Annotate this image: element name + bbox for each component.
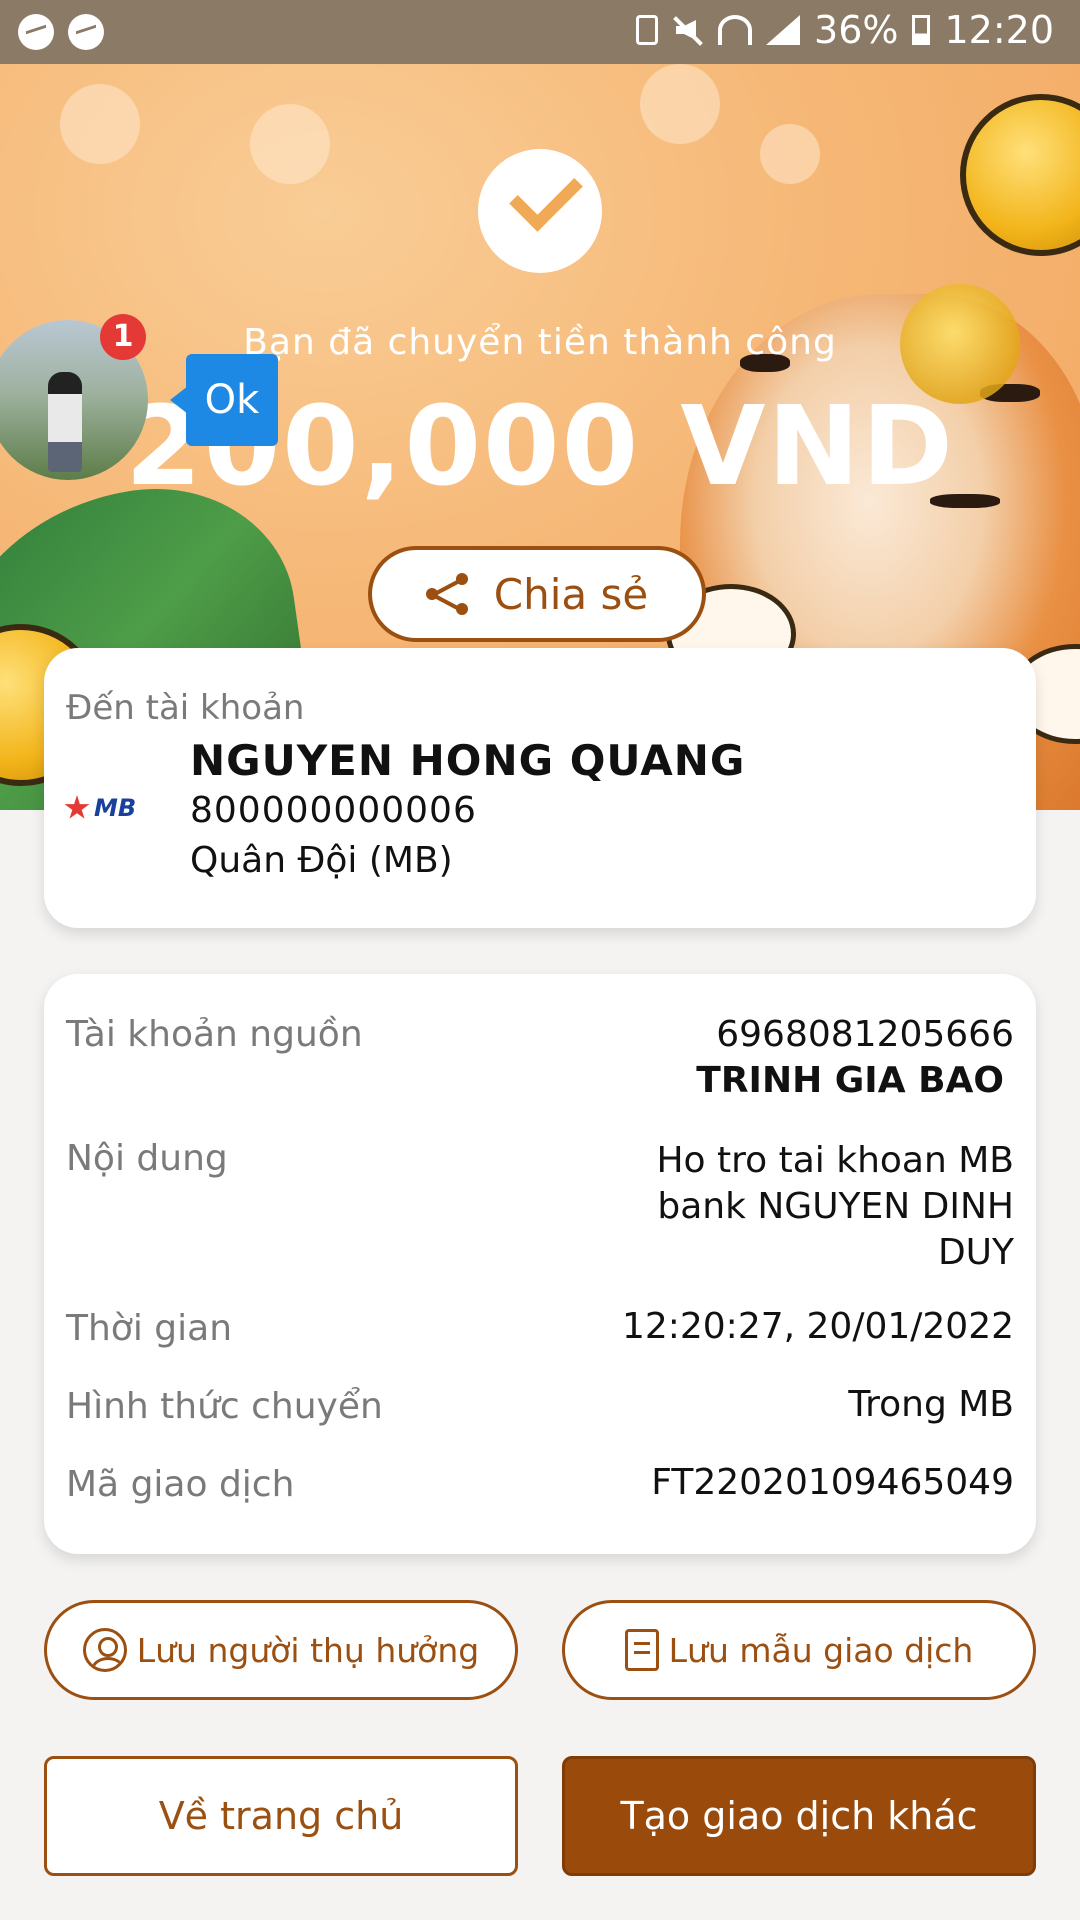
- avatar-person: [48, 372, 82, 472]
- star-icon: [64, 795, 90, 819]
- recipient-name: NGUYEN HONG QUANG: [190, 736, 746, 785]
- destination-label: Đến tài khoản: [66, 688, 305, 728]
- method-label: Hình thức chuyển: [66, 1386, 383, 1427]
- destination-card: Đến tài khoản MB NGUYEN HONG QUANG 80000…: [44, 648, 1036, 928]
- method-value: Trong MB: [848, 1384, 1014, 1425]
- share-button[interactable]: Chia sẻ: [368, 546, 706, 642]
- transaction-code-value: FT22020109465049: [651, 1462, 1014, 1503]
- clock: 12:20: [944, 8, 1054, 52]
- transfer-amount: 200,000 VND: [125, 382, 955, 510]
- share-label: Chia sẻ: [493, 569, 649, 619]
- recipient-bank: Quân Đội (MB): [190, 840, 453, 881]
- signal-icon: [766, 15, 801, 45]
- wifi-icon: [718, 15, 753, 45]
- sim-icon: [636, 15, 659, 45]
- source-account-number: 6968081205666: [716, 1014, 1014, 1055]
- content-line: DUY: [937, 1232, 1014, 1273]
- time-value: 12:20:27, 20/01/2022: [621, 1306, 1014, 1347]
- chat-head-badge: 1: [100, 314, 146, 360]
- transaction-code-label: Mã giao dịch: [66, 1464, 295, 1505]
- status-icons: 36% 12:20: [636, 8, 1054, 52]
- flower-decoration: [60, 84, 140, 164]
- save-template-button[interactable]: Lưu mẫu giao dịch: [562, 1600, 1036, 1700]
- save-beneficiary-button[interactable]: Lưu người thụ hưởng: [44, 1600, 518, 1700]
- mb-bank-logo: MB: [64, 794, 136, 822]
- source-account-label: Tài khoản nguồn: [66, 1014, 363, 1055]
- messenger-icon: [68, 14, 104, 50]
- battery-icon: [912, 15, 931, 45]
- document-icon: [624, 1629, 659, 1671]
- flower-decoration: [760, 124, 820, 184]
- flower-decoration: [640, 64, 720, 144]
- save-beneficiary-label: Lưu người thụ hưởng: [136, 1630, 480, 1670]
- share-icon: [425, 573, 468, 615]
- coin-decoration: [960, 94, 1080, 256]
- messenger-icon: [18, 14, 54, 50]
- status-bar: 36% 12:20: [0, 0, 1080, 64]
- recipient-account: 800000000006: [190, 790, 477, 831]
- user-icon: [82, 1628, 127, 1672]
- battery-percent: 36%: [814, 8, 899, 52]
- source-account-value: 6968081205666 TRINH GIA BAO: [696, 1012, 1014, 1104]
- transaction-details-card: Tài khoản nguồn 6968081205666 TRINH GIA …: [44, 974, 1036, 1554]
- success-message: Bạn đã chuyển tiền thành công: [243, 322, 837, 363]
- new-transaction-button[interactable]: Tạo giao dịch khác: [562, 1756, 1036, 1876]
- time-label: Thời gian: [66, 1308, 233, 1349]
- save-template-label: Lưu mẫu giao dịch: [668, 1630, 974, 1670]
- content-label: Nội dung: [66, 1138, 228, 1179]
- success-check-icon: [478, 149, 602, 273]
- source-account-name: TRINH GIA BAO: [696, 1060, 1004, 1101]
- content-line: bank NGUYEN DINH: [657, 1186, 1014, 1227]
- mute-icon: [672, 14, 704, 46]
- flower-decoration: [250, 104, 330, 184]
- home-button[interactable]: Về trang chủ: [44, 1756, 518, 1876]
- content-line: Ho tro tai khoan MB: [656, 1140, 1014, 1181]
- chat-head-bubble[interactable]: Ok: [170, 354, 278, 446]
- content-value: Ho tro tai khoan MB bank NGUYEN DINH DUY: [656, 1138, 1014, 1276]
- status-notifications: [18, 14, 104, 50]
